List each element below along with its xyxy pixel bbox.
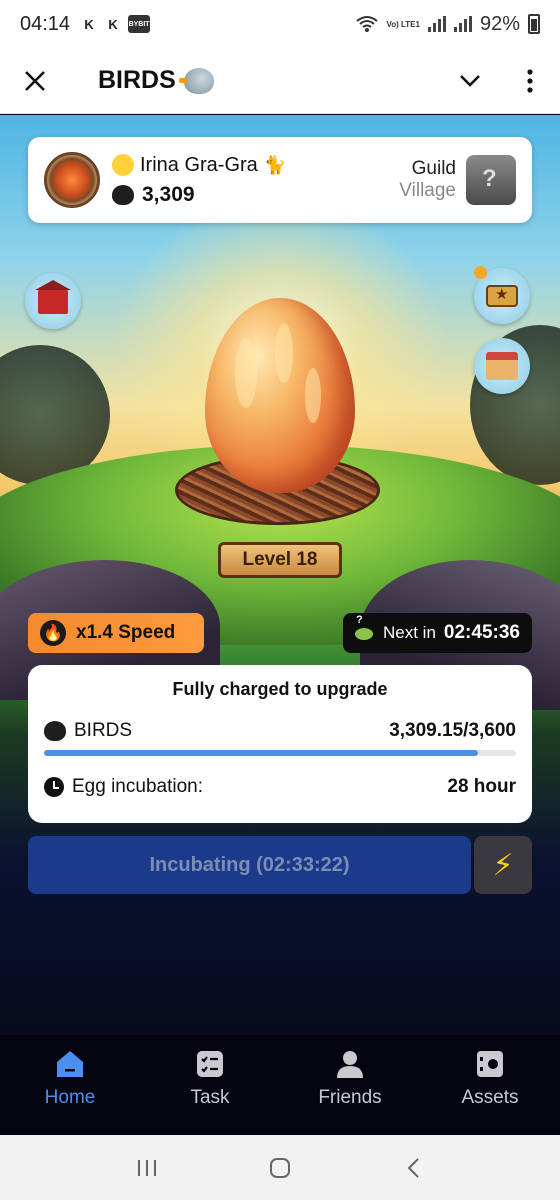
upgrade-card: Fully charged to upgrade BIRDS 3,309.15/…: [28, 665, 532, 823]
recent-apps-button[interactable]: [127, 1148, 167, 1188]
speed-label: x1.4 Speed: [76, 622, 176, 643]
nav-home[interactable]: Home: [0, 1035, 140, 1135]
guild-name: Village: [399, 180, 456, 201]
clock-icon: [44, 777, 64, 797]
close-icon: [25, 70, 45, 91]
k-icon: K: [108, 16, 118, 32]
avatar[interactable]: [44, 152, 100, 208]
incubate-button[interactable]: Incubating (02:33:22): [28, 836, 471, 894]
next-label: Next in: [383, 623, 436, 642]
cat-icon: 🐈: [263, 154, 287, 175]
bybit-icon: BYBIT: [128, 15, 151, 33]
volte-indicator: Vo) LTE1: [386, 19, 420, 29]
status-time: 04:14: [20, 12, 71, 35]
shop-icon: [486, 352, 518, 380]
incubation-row: Egg incubation: 28 hour: [44, 776, 516, 798]
user-name: Irina Gra-Gra: [140, 153, 258, 176]
home-icon: [55, 1049, 85, 1079]
close-button[interactable]: [0, 48, 70, 114]
home-system-button[interactable]: [260, 1148, 300, 1188]
boost-button[interactable]: ⚡: [474, 836, 532, 894]
upgrade-progress-bar: [44, 750, 516, 756]
page-title: BIRDS: [98, 66, 214, 95]
user-name-row: Irina Gra-Gra 🐈: [112, 154, 286, 177]
title-text: BIRDS: [98, 66, 176, 94]
back-button[interactable]: [393, 1148, 433, 1188]
guild-label: Guild: [411, 158, 456, 179]
user-balance: 3,309: [142, 182, 195, 206]
battery-icon: [528, 14, 540, 34]
nav-task[interactable]: Task: [140, 1035, 280, 1135]
mystery-egg-icon: [353, 614, 375, 644]
user-info: Irina Gra-Gra 🐈 3,309: [112, 154, 286, 207]
bird-icon: [178, 67, 214, 94]
more-button[interactable]: [500, 48, 560, 114]
nav-label: Assets: [461, 1087, 519, 1108]
task-icon: [195, 1049, 225, 1079]
chevron-down-icon: [460, 74, 480, 87]
wifi-icon: [356, 16, 379, 32]
nav-label: Task: [190, 1087, 230, 1108]
guild-info[interactable]: Guild Village: [399, 158, 456, 202]
bottom-nav: Home Task Friends Assets: [0, 1035, 560, 1135]
upgrade-title: Fully charged to upgrade: [172, 679, 388, 699]
notification-dot: [474, 266, 487, 279]
bird-token-icon: [112, 184, 134, 205]
app-header: BIRDS: [0, 48, 560, 114]
header-actions: [440, 48, 560, 114]
nav-friends[interactable]: Friends: [280, 1035, 420, 1135]
next-timer-pill[interactable]: Next in 02:45:36: [343, 613, 532, 653]
recent-apps-icon: [137, 1159, 156, 1176]
signal-icon: [453, 16, 472, 32]
bird-token-icon: [44, 721, 66, 741]
guild-icon[interactable]: [466, 155, 516, 205]
system-nav-bar: [0, 1135, 560, 1200]
balance-row: 3,309: [112, 183, 286, 207]
token-row: BIRDS 3,309.15/3,600: [44, 720, 516, 742]
nav-assets[interactable]: Assets: [420, 1035, 560, 1135]
collapse-button[interactable]: [440, 48, 500, 114]
token-label: BIRDS: [74, 720, 133, 741]
barn-icon: [35, 280, 71, 314]
status-right-icons: Vo) LTE1 92%: [356, 13, 540, 36]
chick-icon: [112, 154, 134, 176]
status-left-icons: K K BYBIT: [80, 15, 151, 33]
battery-percent: 92%: [479, 12, 520, 35]
more-vertical-icon: [527, 68, 533, 93]
token-value: 3,309.15/3,600: [389, 720, 516, 741]
fire-icon: 🔥: [40, 620, 66, 646]
shop-button[interactable]: [474, 338, 530, 394]
incubation-label: Egg incubation:: [72, 776, 203, 797]
back-icon: [407, 1157, 420, 1178]
game-scene: Irina Gra-Gra 🐈 3,309 Guild Village Leve…: [0, 115, 560, 1150]
nav-label: Home: [44, 1087, 96, 1108]
level-badge: Level 18: [218, 542, 342, 578]
speed-pill[interactable]: 🔥 x1.4 Speed: [28, 613, 204, 653]
friends-icon: [335, 1049, 365, 1079]
incubation-value: 28 hour: [447, 776, 516, 797]
upgrade-progress-fill: [44, 750, 478, 756]
nav-label: Friends: [318, 1087, 382, 1108]
assets-icon: [475, 1049, 505, 1079]
lightning-icon: ⚡: [492, 848, 514, 882]
home-circle-icon: [269, 1157, 290, 1178]
chest-icon: [486, 285, 518, 307]
status-bar: 04:14 K K BYBIT Vo) LTE1 92%: [0, 0, 560, 48]
next-time: 02:45:36: [443, 622, 520, 643]
user-card[interactable]: Irina Gra-Gra 🐈 3,309 Guild Village: [28, 137, 532, 223]
barn-button[interactable]: [25, 273, 81, 329]
signal-icon: [427, 16, 446, 32]
k-icon: K: [84, 16, 94, 32]
